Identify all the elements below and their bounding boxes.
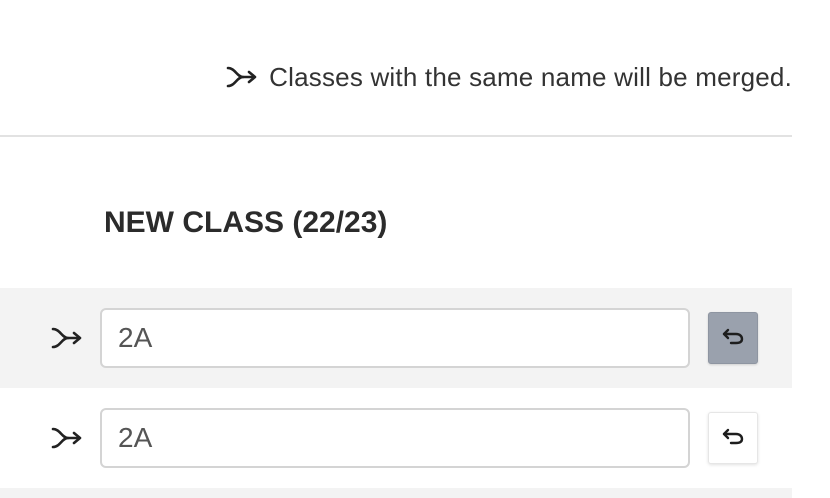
undo-button[interactable]	[708, 412, 758, 464]
next-row-strip	[0, 488, 792, 498]
section-divider	[0, 135, 792, 137]
undo-icon	[722, 427, 744, 450]
merge-icon	[50, 324, 84, 352]
undo-button[interactable]	[708, 312, 758, 364]
undo-icon	[722, 327, 744, 350]
class-merge-panel: Classes with the same name will be merge…	[0, 0, 830, 498]
section-title: NEW CLASS (22/23)	[104, 206, 388, 239]
merge-notice: Classes with the same name will be merge…	[0, 60, 792, 94]
class-name-input[interactable]	[100, 308, 690, 368]
class-row	[0, 288, 792, 388]
class-name-input[interactable]	[100, 408, 690, 468]
merge-icon	[50, 424, 84, 452]
merge-notice-text: Classes with the same name will be merge…	[269, 61, 792, 92]
merge-icon	[225, 63, 259, 91]
class-row	[0, 388, 792, 488]
